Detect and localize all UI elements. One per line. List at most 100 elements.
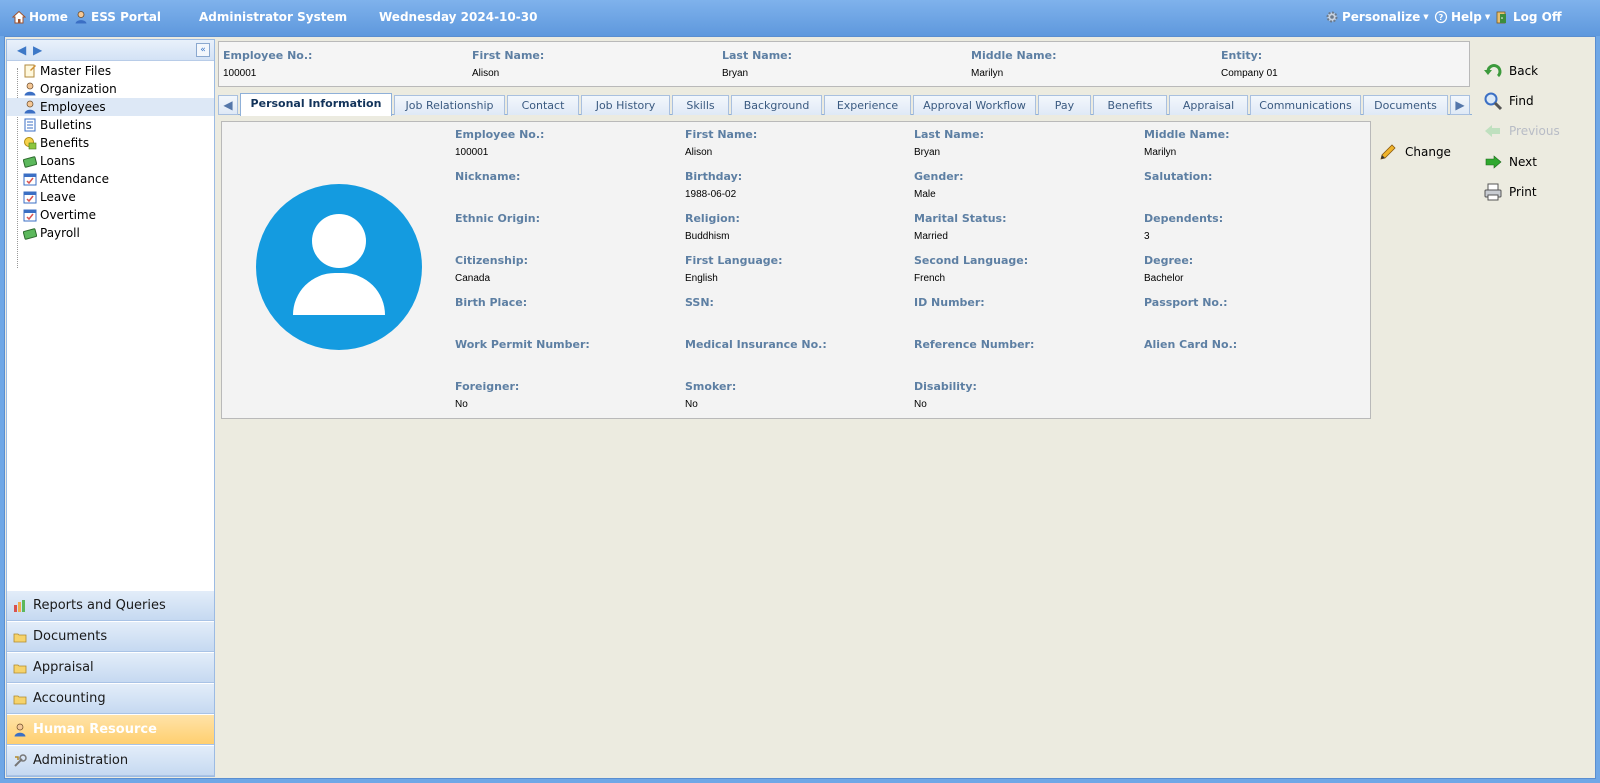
tabs-scroll-right-icon[interactable]: ▶: [1450, 95, 1470, 115]
field-label: Disability:: [914, 380, 977, 393]
tree-item-label: Bulletins: [40, 118, 92, 132]
summary-last-name: Last Name: Bryan: [722, 49, 792, 79]
summary-first-name: First Name: Alison: [472, 49, 544, 79]
previous-button[interactable]: Previous: [1483, 121, 1560, 141]
section-reports-and-queries[interactable]: Reports and Queries: [7, 590, 214, 621]
search-icon: [1483, 91, 1503, 111]
tab-contact[interactable]: Contact: [507, 95, 579, 115]
tab-job-history[interactable]: Job History: [581, 95, 670, 115]
tab-background[interactable]: Background: [731, 95, 822, 115]
employee-summary: Employee No.: 100001 First Name: Alison …: [218, 41, 1470, 87]
tree-item-loans[interactable]: Loans: [7, 152, 214, 170]
field-value: Marilyn: [1144, 147, 1177, 158]
section-human-resource[interactable]: Human Resource: [7, 714, 214, 745]
field-passport-no: Passport No.:: [1144, 296, 1364, 315]
section-administration[interactable]: Administration: [7, 745, 214, 776]
nav-back-arrow-icon[interactable]: ◀: [17, 43, 26, 57]
section-label: Accounting: [33, 691, 106, 706]
field-label: Employee No.:: [223, 49, 313, 62]
benefits-icon: [23, 136, 37, 150]
tree-item-label: Leave: [40, 190, 76, 204]
field-label: Marital Status:: [914, 212, 1007, 225]
folder-icon: [13, 692, 27, 706]
tree-item-bulletins[interactable]: Bulletins: [7, 116, 214, 134]
field-nickname: Nickname:: [455, 170, 675, 189]
field-value: Married: [914, 231, 948, 242]
change-button[interactable]: Change: [1379, 143, 1451, 161]
folder-icon: [13, 630, 27, 644]
field-second-language: Second Language: French: [914, 254, 1134, 284]
field-value: No: [685, 399, 698, 410]
section-documents[interactable]: Documents: [7, 621, 214, 652]
field-value: Marilyn: [971, 68, 1004, 79]
left-panel: ◀ ▶ « Master Files Organization Employee…: [6, 39, 215, 777]
back-button[interactable]: Back: [1483, 61, 1538, 81]
field-value: Company 01: [1221, 68, 1278, 79]
field-marital-status: Marital Status: Married: [914, 212, 1134, 242]
tree-item-employees[interactable]: Employees: [7, 98, 214, 116]
tab-benefits[interactable]: Benefits: [1093, 95, 1167, 115]
next-arrow-icon: [1483, 152, 1503, 172]
tab-job-relationship[interactable]: Job Relationship: [394, 95, 505, 115]
tree-item-leave[interactable]: Leave: [7, 188, 214, 206]
payroll-icon: [22, 226, 38, 240]
field-degree: Degree: Bachelor: [1144, 254, 1364, 284]
tabs-scroll-left-icon[interactable]: ◀: [218, 95, 238, 115]
tree-item-master-files[interactable]: Master Files: [7, 62, 214, 80]
next-button[interactable]: Next: [1483, 152, 1537, 172]
ess-portal-link[interactable]: ESS Portal: [74, 10, 161, 24]
date-label: Wednesday 2024-10-30: [379, 10, 538, 24]
tab-communications[interactable]: Communications: [1250, 95, 1361, 115]
field-alien-card: Alien Card No.:: [1144, 338, 1364, 357]
administration-icon: [13, 753, 27, 768]
help-menu[interactable]: ? Help ▼: [1434, 10, 1490, 24]
tree-item-overtime[interactable]: Overtime: [7, 206, 214, 224]
person-icon: [13, 723, 27, 737]
tab-approval-workflow[interactable]: Approval Workflow: [913, 95, 1036, 115]
tree-item-payroll[interactable]: Payroll: [7, 224, 214, 242]
tree-item-benefits[interactable]: Benefits: [7, 134, 214, 152]
field-label: Last Name:: [722, 49, 793, 62]
tree-item-label: Attendance: [40, 172, 109, 186]
field-label: Work Permit Number:: [455, 338, 590, 351]
reports-icon: [13, 599, 27, 613]
logoff-link[interactable]: Log Off: [1496, 10, 1562, 24]
field-value: Male: [914, 189, 936, 200]
system-label: Administrator System: [199, 10, 348, 24]
tree-item-attendance[interactable]: Attendance: [7, 170, 214, 188]
collapse-panel-icon[interactable]: «: [196, 43, 210, 57]
field-smoker: Smoker: No: [685, 380, 905, 410]
help-icon: ?: [1434, 10, 1448, 24]
summary-entity: Entity: Company 01: [1221, 49, 1278, 79]
personal-information-panel: Employee No.: 100001 First Name: Alison …: [221, 121, 1371, 419]
field-label: Second Language:: [914, 254, 1029, 267]
tree-item-organization[interactable]: Organization: [7, 80, 214, 98]
avatar-head: [312, 214, 366, 268]
field-value: Bryan: [914, 147, 941, 158]
field-label: Birthday:: [685, 170, 743, 183]
field-value: No: [455, 399, 468, 410]
home-link[interactable]: Home: [11, 10, 68, 24]
tab-pay[interactable]: Pay: [1038, 95, 1091, 115]
person-icon: [74, 10, 88, 24]
nav-forward-arrow-icon[interactable]: ▶: [33, 43, 42, 57]
tree-item-label: Loans: [40, 154, 76, 168]
section-accounting[interactable]: Accounting: [7, 683, 214, 714]
current-date: Wednesday 2024-10-30: [379, 10, 537, 24]
printer-icon: [1483, 182, 1503, 202]
section-appraisal[interactable]: Appraisal: [7, 652, 214, 683]
tab-skills[interactable]: Skills: [672, 95, 729, 115]
tab-personal-information[interactable]: Personal Information: [240, 93, 392, 116]
tab-experience[interactable]: Experience: [824, 95, 911, 115]
field-foreigner: Foreigner: No: [455, 380, 675, 410]
tab-documents[interactable]: Documents: [1363, 95, 1448, 115]
previous-label: Previous: [1509, 124, 1560, 138]
attendance-icon: [23, 172, 37, 186]
print-button[interactable]: Print: [1483, 182, 1537, 202]
tab-appraisal[interactable]: Appraisal: [1169, 95, 1248, 115]
find-button[interactable]: Find: [1483, 91, 1534, 111]
field-disability: Disability: No: [914, 380, 1134, 410]
personalize-menu[interactable]: Personalize ▼: [1325, 10, 1429, 24]
content-area: Employee No.: 100001 First Name: Alison …: [217, 39, 1473, 777]
field-value: 1988-06-02: [685, 189, 737, 200]
